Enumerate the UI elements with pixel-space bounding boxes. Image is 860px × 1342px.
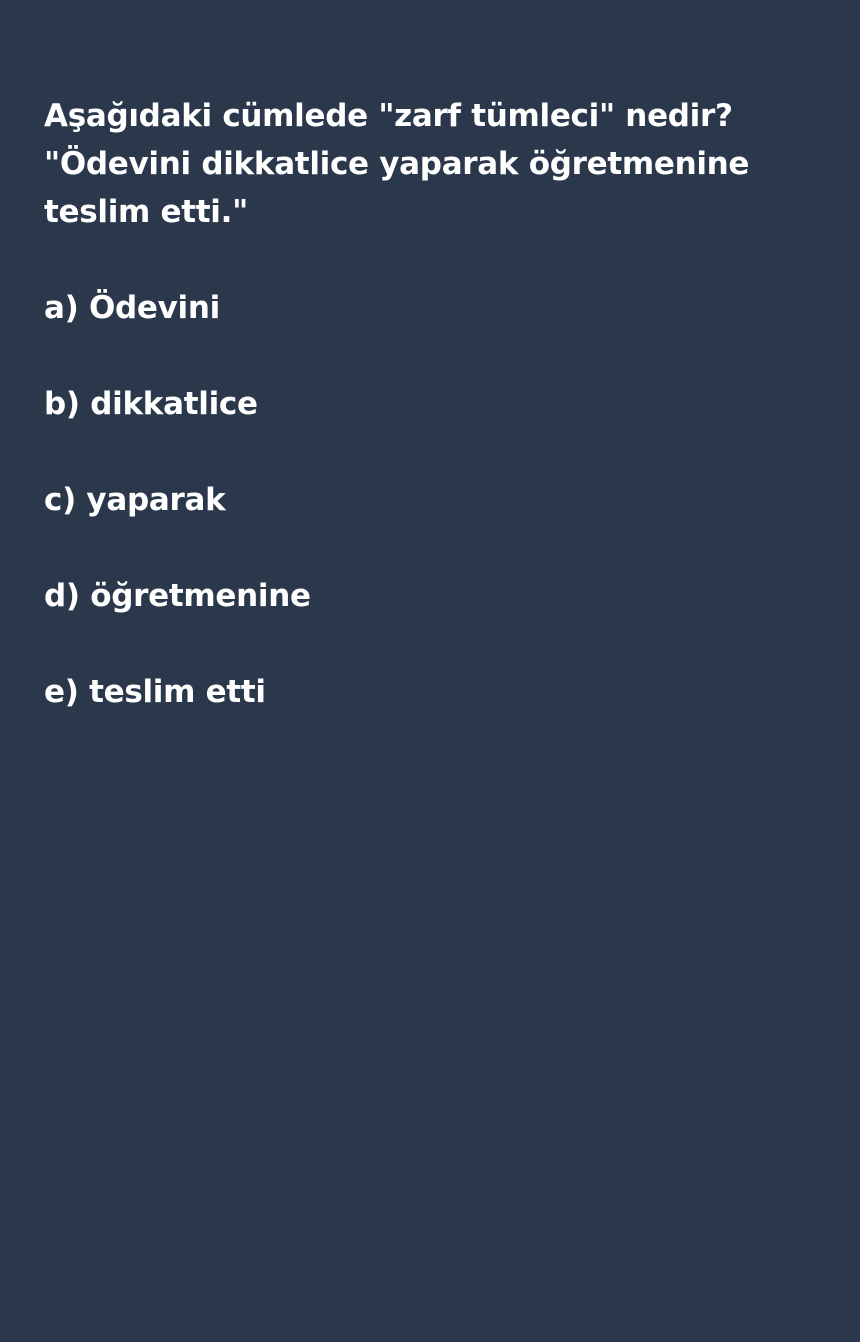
option-e[interactable]: e) teslim etti <box>44 668 816 716</box>
question-line: Aşağıdaki cümlede "zarf tümleci" nedir? <box>44 98 733 134</box>
option-d[interactable]: d) öğretmenine <box>44 572 816 620</box>
question-line: "Ödevini dikkatlice yaparak öğretmenine <box>44 146 750 182</box>
option-a[interactable]: a) Ödevini <box>44 284 816 332</box>
question-line: teslim etti." <box>44 194 248 230</box>
question-text: Aşağıdaki cümlede "zarf tümleci" nedir? … <box>44 92 816 236</box>
option-c[interactable]: c) yaparak <box>44 476 816 524</box>
option-b[interactable]: b) dikkatlice <box>44 380 816 428</box>
answer-options: a) Ödevini b) dikkatlice c) yaparak d) ö… <box>44 284 816 716</box>
quiz-card: Aşağıdaki cümlede "zarf tümleci" nedir? … <box>0 0 860 1342</box>
